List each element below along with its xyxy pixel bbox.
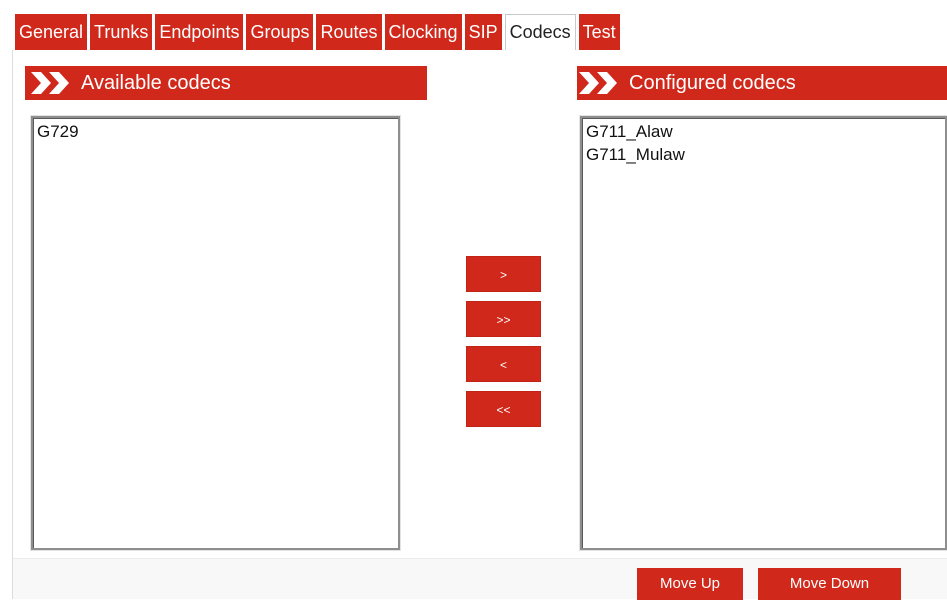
tab-endpoints[interactable]: Endpoints — [155, 14, 244, 50]
tab-clocking[interactable]: Clocking — [384, 14, 462, 50]
add-all-codecs-button[interactable]: >> — [466, 301, 541, 337]
tab-test[interactable]: Test — [578, 14, 620, 50]
double-chevron-right-icon — [31, 72, 69, 94]
remove-codec-button[interactable]: < — [466, 346, 541, 382]
move-down-button[interactable]: Move Down — [758, 568, 901, 600]
remove-all-codecs-button[interactable]: << — [466, 391, 541, 427]
configured-codecs-list[interactable]: G711_Alaw G711_Mulaw — [580, 116, 947, 550]
list-item[interactable]: G729 — [37, 121, 394, 144]
available-codecs-title: Available codecs — [81, 72, 231, 94]
configured-codecs-header: Configured codecs — [577, 66, 947, 100]
tab-groups[interactable]: Groups — [246, 14, 314, 50]
list-item[interactable]: G711_Alaw — [586, 121, 941, 144]
tab-trunks[interactable]: Trunks — [90, 14, 153, 50]
move-up-button[interactable]: Move Up — [637, 568, 743, 600]
tab-bar: General Trunks Endpoints Groups Routes C… — [15, 14, 620, 50]
list-item[interactable]: G711_Mulaw — [586, 144, 941, 167]
tab-general[interactable]: General — [15, 14, 88, 50]
add-codec-button[interactable]: > — [466, 256, 541, 292]
configured-codecs-title: Configured codecs — [629, 72, 796, 94]
double-chevron-right-icon — [579, 72, 617, 94]
available-codecs-list[interactable]: G729 — [31, 116, 400, 550]
available-codecs-header: Available codecs — [25, 66, 427, 100]
tab-sip[interactable]: SIP — [464, 14, 502, 50]
tab-routes[interactable]: Routes — [316, 14, 382, 50]
codecs-panel: Available codecs Configured codecs G729 … — [12, 50, 947, 600]
footer-bar: Move Up Move Down — [13, 558, 947, 600]
tab-codecs[interactable]: Codecs — [504, 14, 576, 50]
